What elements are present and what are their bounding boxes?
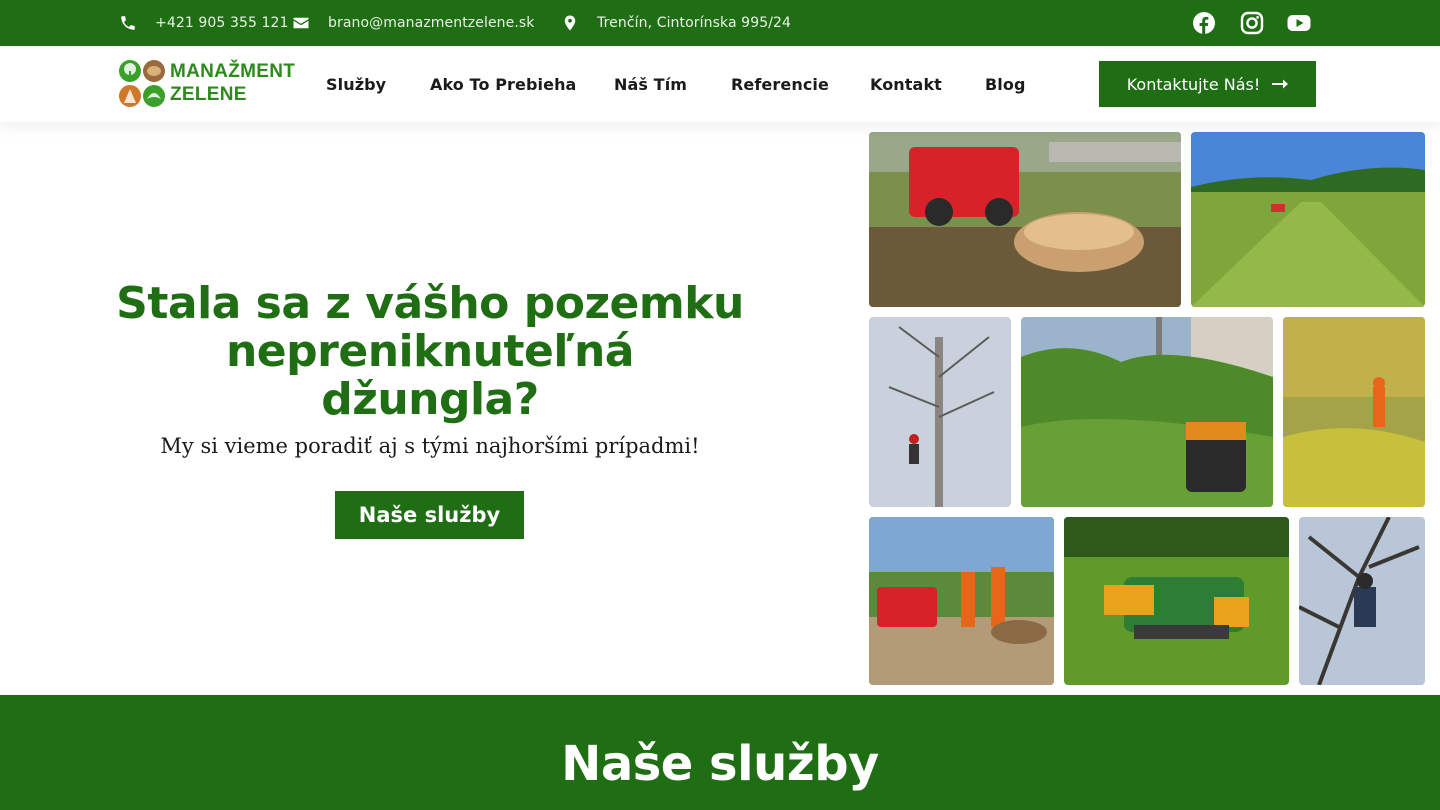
arrow-right-icon	[1272, 79, 1289, 89]
instagram-icon[interactable]	[1239, 10, 1265, 36]
main-navigation: MANAŽMENT ZELENE Služby Ako To Prebieha …	[0, 46, 1440, 122]
hero-subtitle: My si vieme poradiť aj s tými najhoršími…	[160, 434, 700, 458]
logo-emblem-icon	[119, 60, 165, 107]
phone-icon	[121, 16, 135, 30]
services-title: Naše služby	[561, 736, 879, 792]
site-logo[interactable]: MANAŽMENT ZELENE	[118, 59, 300, 109]
phone-contact[interactable]: +421 905 355 121	[119, 0, 289, 46]
hero-title: Stala sa z vášho pozemku nepreniknuteľná…	[100, 280, 760, 424]
nav-item-sluzby[interactable]: Služby	[326, 46, 386, 122]
gallery-photo-crew-stump[interactable]	[869, 517, 1054, 685]
email-text: brano@manazmentzelene.sk	[328, 15, 535, 31]
nav-item-kontakt[interactable]: Kontakt	[870, 46, 942, 122]
hero-title-line3: džungla?	[321, 374, 539, 425]
facebook-icon[interactable]	[1191, 10, 1217, 36]
nav-item-ako-to-prebieha[interactable]: Ako To Prebieha	[430, 46, 576, 122]
nav-item-nas-tim[interactable]: Náš Tím	[614, 46, 687, 122]
envelope-icon	[293, 17, 309, 29]
top-contact-bar: +421 905 355 121 brano@manazmentzelene.s…	[0, 0, 1440, 46]
gallery-photo-overgrown-brush[interactable]	[1021, 317, 1273, 507]
map-pin-icon	[564, 15, 576, 31]
youtube-icon[interactable]	[1286, 10, 1312, 36]
gallery-photo-meadow-mower[interactable]	[1191, 132, 1425, 307]
gallery-photo-remote-mower[interactable]	[1064, 517, 1289, 685]
our-services-button[interactable]: Naše služby	[335, 491, 524, 539]
nav-item-blog[interactable]: Blog	[985, 46, 1026, 122]
logo-text-line2: ZELENE	[170, 84, 247, 105]
address-text: Trenčín, Cintorínska 995/24	[597, 15, 792, 31]
phone-text: +421 905 355 121	[155, 15, 289, 31]
contact-us-label: Kontaktujte Nás!	[1126, 74, 1261, 94]
contact-us-button[interactable]: Kontaktujte Nás!	[1099, 61, 1316, 107]
gallery-photo-tree-climber[interactable]	[869, 317, 1011, 507]
address-contact[interactable]: Trenčín, Cintorínska 995/24	[561, 0, 791, 46]
nav-item-referencie[interactable]: Referencie	[731, 46, 829, 122]
gallery-photo-pruning[interactable]	[1299, 517, 1425, 685]
logo-text-line1: MANAŽMENT	[170, 61, 296, 82]
gallery-photo-autumn-workers[interactable]	[1283, 317, 1425, 507]
hero-title-line1: Stala sa z vášho pozemku	[116, 278, 744, 329]
hero-title-line2: nepreniknuteľná	[225, 326, 635, 377]
gallery-photo-stump-grinder[interactable]	[869, 132, 1181, 307]
email-contact[interactable]: brano@manazmentzelene.sk	[292, 0, 535, 46]
